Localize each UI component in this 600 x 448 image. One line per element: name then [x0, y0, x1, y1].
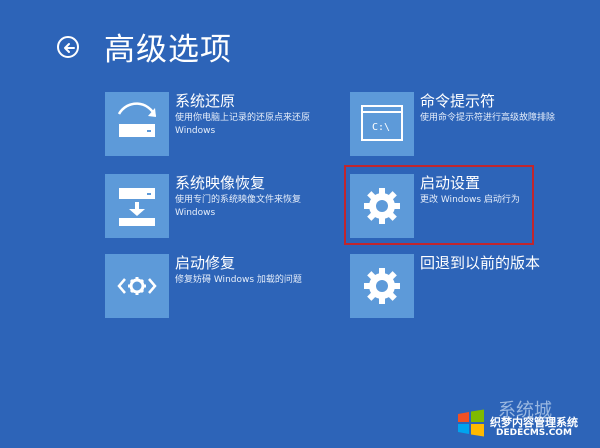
option-title: 启动修复 [175, 254, 236, 272]
option-description: 修复妨碍 Windows 加载的问题 [175, 275, 302, 285]
option-system-restore[interactable]: 系统还原 使用你电脑上记录的还原点来还原 Windows [105, 92, 355, 162]
command-prompt-icon: C:\ [350, 92, 414, 156]
option-title: 命令提示符 [420, 92, 496, 110]
option-title: 系统映像恢复 [175, 174, 266, 192]
back-arrow-icon [64, 43, 75, 53]
option-startup-settings[interactable]: 启动设置 更改 Windows 启动行为 [350, 174, 600, 244]
option-description: 使用专门的系统映像文件来恢复 Windows [175, 195, 302, 218]
option-title: 系统还原 [175, 92, 236, 110]
option-description: 更改 Windows 启动行为 [420, 195, 520, 205]
watermark: 系统城 织梦内容管理系统 DEDECMS.COM [450, 396, 600, 448]
option-system-image-recovery[interactable]: 系统映像恢复 使用专门的系统映像文件来恢复 Windows [105, 174, 355, 244]
watermark-url: DEDECMS.COM [496, 428, 572, 438]
gear-icon [350, 174, 414, 238]
option-title: 回退到以前的版本 [420, 254, 541, 272]
option-command-prompt[interactable]: C:\ 命令提示符 使用命令提示符进行高级故障排除 [350, 92, 600, 162]
page-title: 高级选项 [104, 32, 232, 68]
option-startup-repair[interactable]: 启动修复 修复妨碍 Windows 加载的问题 [105, 254, 355, 324]
option-description: 使用你电脑上记录的还原点来还原 Windows [175, 113, 311, 136]
windows-logo-icon [458, 409, 484, 437]
svg-text:C:\: C:\ [372, 122, 390, 133]
option-go-back-previous-version[interactable]: 回退到以前的版本 [350, 254, 600, 324]
option-title: 启动设置 [420, 174, 481, 192]
system-image-icon [105, 174, 169, 238]
startup-repair-icon [105, 254, 169, 318]
system-restore-icon [105, 92, 169, 156]
option-description: 使用命令提示符进行高级故障排除 [420, 113, 556, 123]
gear-icon [350, 254, 414, 318]
back-button[interactable] [57, 36, 79, 58]
